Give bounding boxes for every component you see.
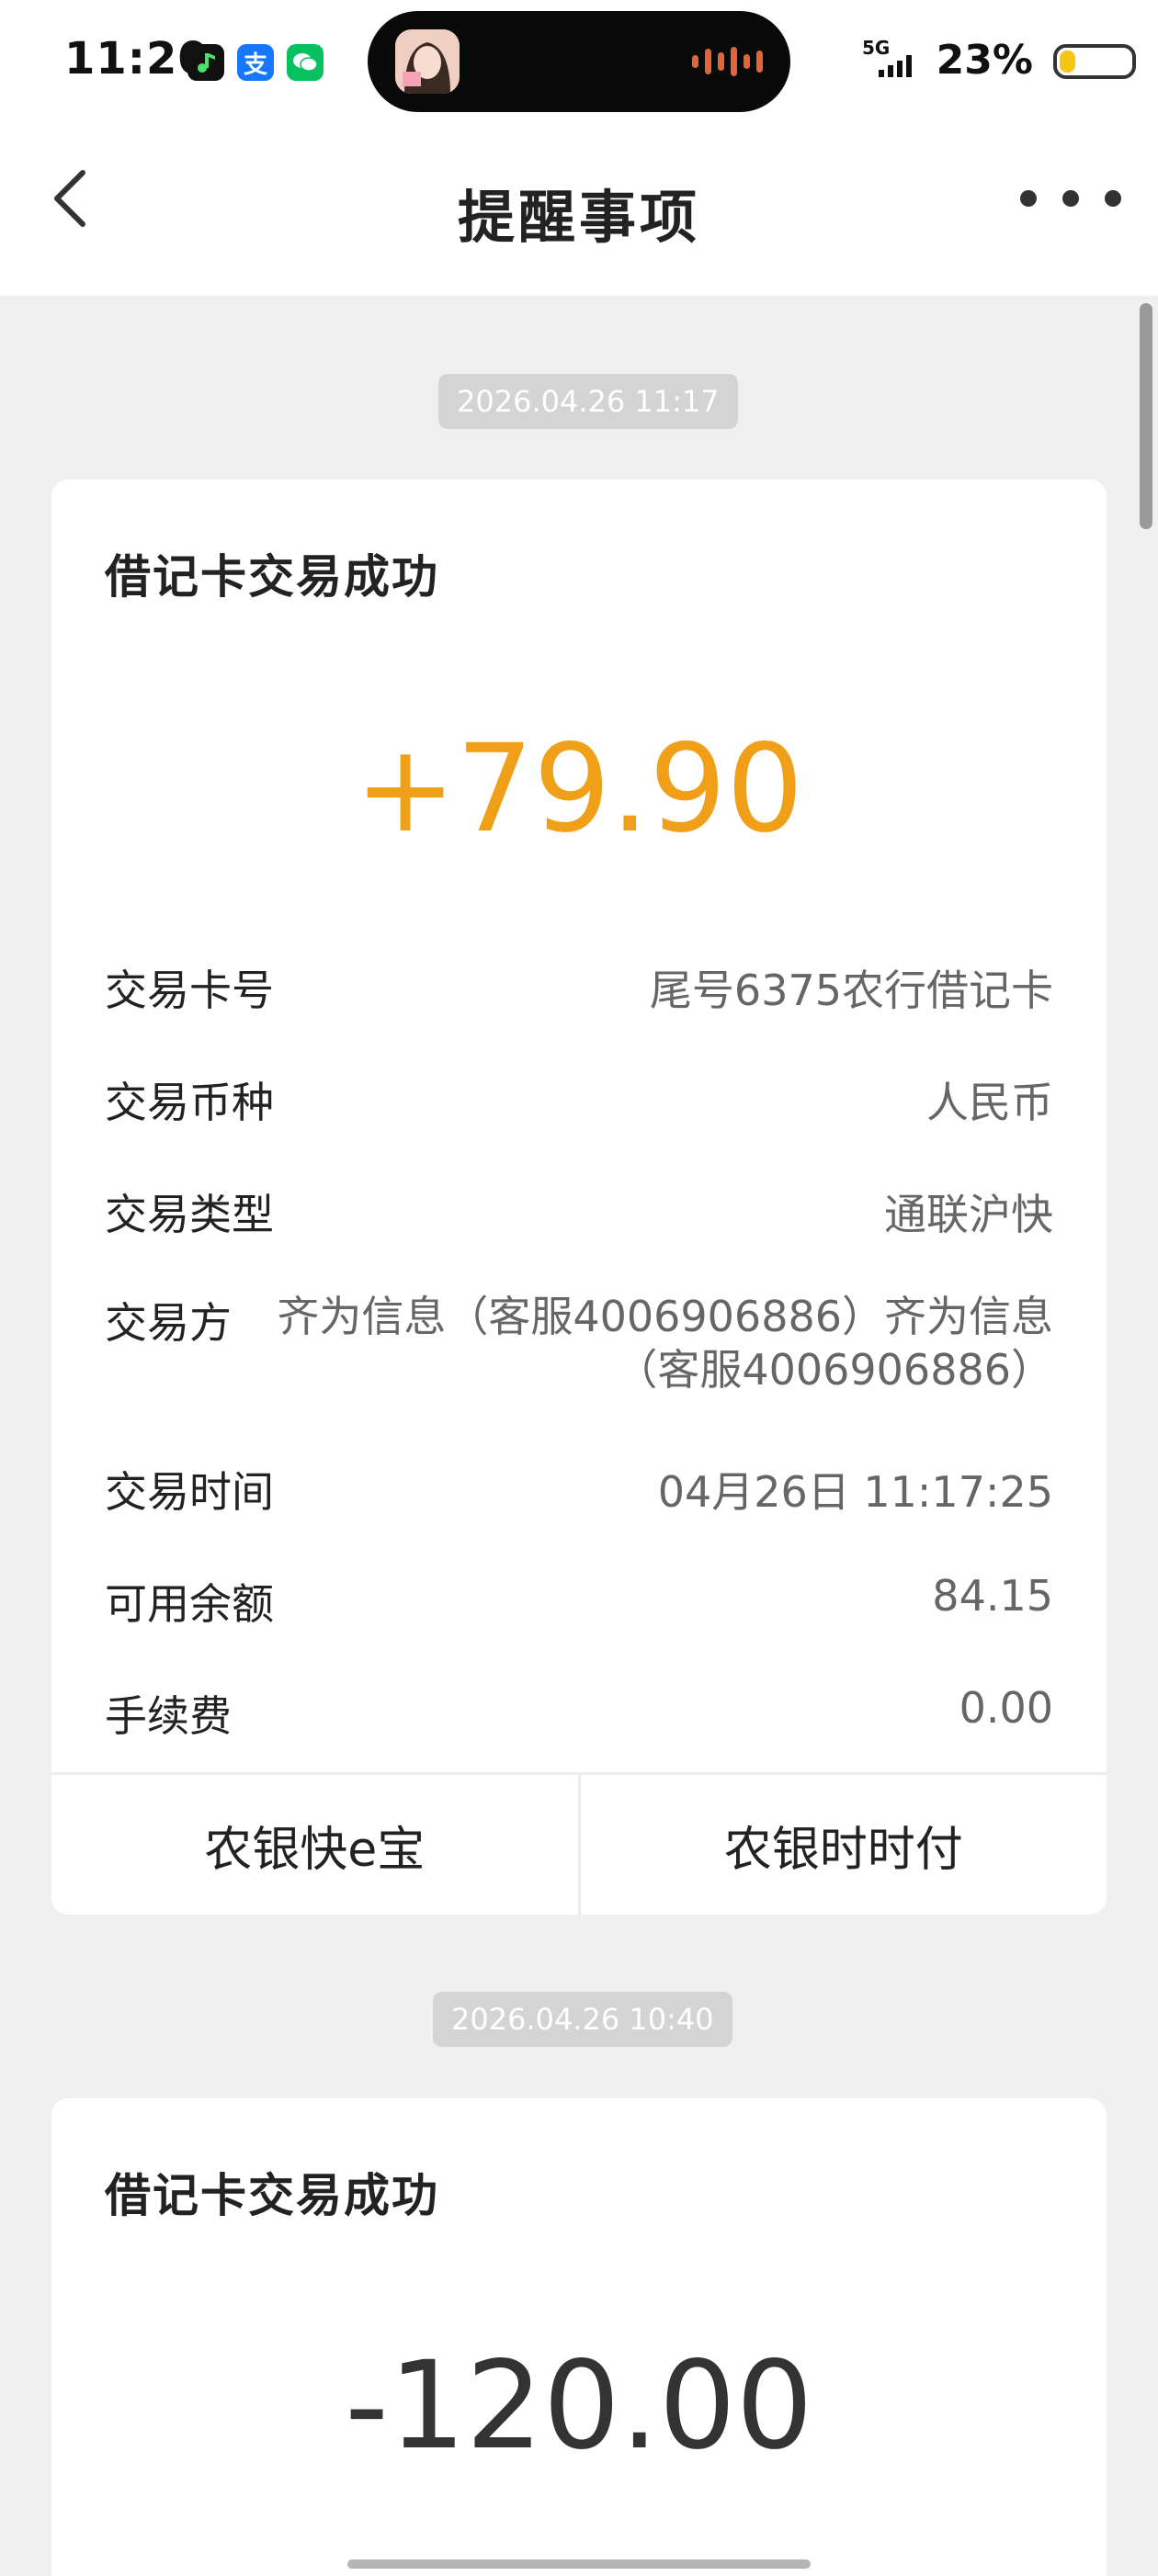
detail-label: 交易方: [105, 1298, 232, 1348]
home-indicator[interactable]: [347, 2559, 811, 2569]
card-actions: 农银快e宝 农银时时付: [51, 1772, 1107, 1915]
detail-label: 交易币种: [105, 1078, 274, 1127]
alipay-icon: 支: [237, 44, 274, 81]
kuai-e-bao-button[interactable]: 农银快e宝: [51, 1775, 578, 1915]
transaction-amount: -120.00: [345, 2335, 813, 2477]
transaction-amount: +79.90: [354, 718, 804, 860]
wechat-icon: [287, 44, 324, 81]
detail-value: 84.15: [932, 1571, 1053, 1621]
message-timestamp: 2026.04.26 10:40: [433, 1992, 732, 2047]
status-bar: 11:20 支 5G 23%: [0, 0, 1158, 125]
transaction-card[interactable]: 借记卡交易成功 +79.90 交易卡号 尾号6375农行借记卡 交易币种 人民币…: [51, 480, 1107, 1915]
page-title: 提醒事项: [457, 184, 700, 251]
signal-icon: 5G: [862, 37, 928, 83]
nav-bar: 提醒事项: [0, 125, 1158, 296]
transaction-card[interactable]: 借记卡交易成功 -120.00: [51, 2098, 1107, 2576]
more-dot: [1062, 190, 1079, 207]
battery-icon: [1053, 44, 1136, 79]
detail-value: 齐为信息（客服4006906886）齐为信息（客服4006906886）: [277, 1292, 1053, 1395]
dynamic-island[interactable]: [368, 11, 790, 112]
scrollbar[interactable]: [1140, 303, 1152, 529]
card-title: 借记卡交易成功: [105, 2169, 439, 2222]
card-title: 借记卡交易成功: [105, 550, 439, 604]
detail-label: 交易类型: [105, 1190, 274, 1239]
detail-value: 人民币: [926, 1078, 1053, 1127]
detail-value: 尾号6375农行借记卡: [649, 966, 1053, 1015]
battery-percent: 23%: [936, 37, 1033, 84]
shishi-pay-button[interactable]: 农银时时付: [581, 1775, 1107, 1915]
avatar: [395, 29, 460, 94]
message-timestamp: 2026.04.26 11:17: [438, 374, 738, 429]
audio-wave-icon: [692, 46, 763, 77]
detail-value: 0.00: [959, 1683, 1053, 1733]
more-dots-icon: [1020, 190, 1037, 207]
detail-label: 交易时间: [105, 1467, 274, 1517]
more-dot: [1105, 190, 1121, 207]
detail-value: 通联沪快: [884, 1190, 1053, 1239]
detail-value: 04月26日 11:17:25: [657, 1467, 1053, 1517]
more-button[interactable]: [1020, 180, 1121, 217]
battery-level: [1060, 51, 1075, 73]
detail-label: 交易卡号: [105, 966, 274, 1015]
detail-label: 手续费: [105, 1691, 232, 1741]
detail-label: 可用余额: [105, 1579, 274, 1629]
music-app-icon: [187, 44, 224, 81]
